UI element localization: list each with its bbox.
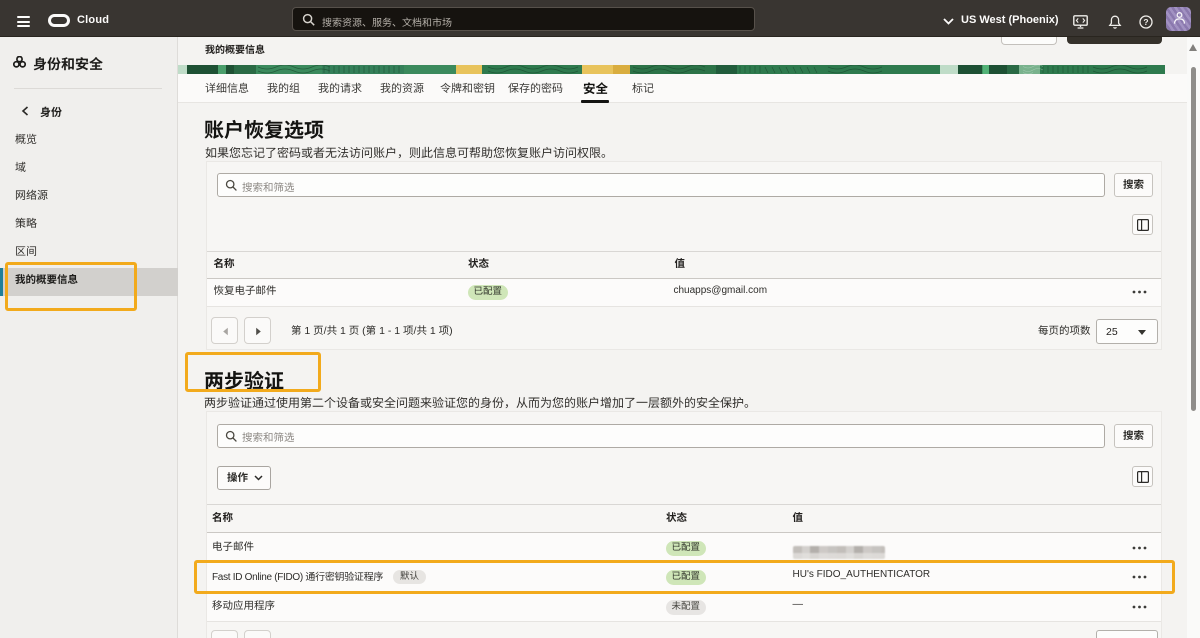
svg-text:?: ? [1143,17,1148,27]
